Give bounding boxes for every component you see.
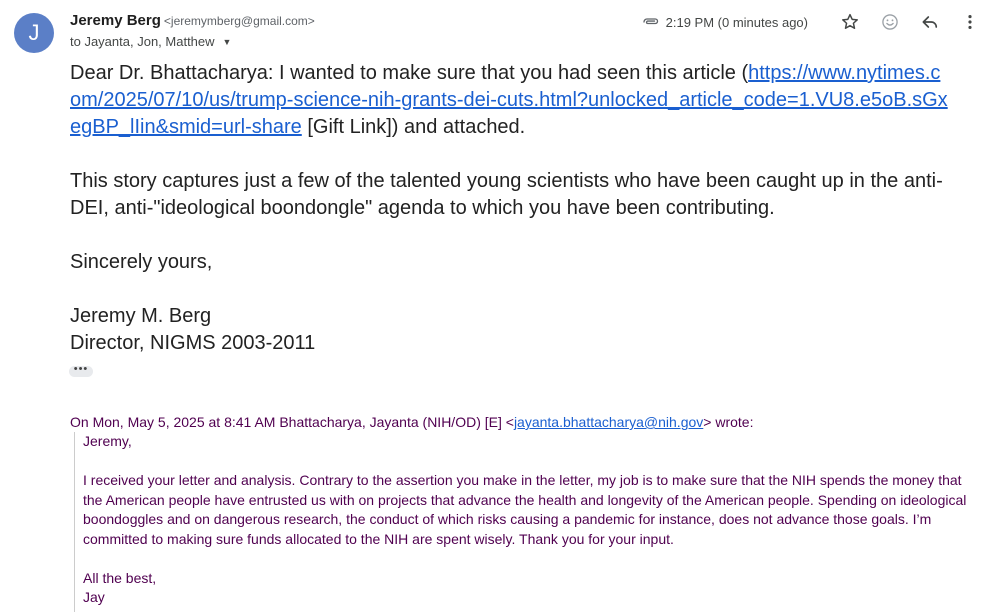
more-options-button[interactable] (958, 10, 982, 34)
sender-line: Jeremy Berg <jeremymberg@gmail.com> (70, 12, 315, 30)
emoji-icon (882, 14, 898, 30)
attachment-icon (642, 18, 658, 25)
signature-name: Jeremy M. Berg (70, 305, 212, 327)
quoted-signer: Jay (83, 589, 105, 605)
ellipsis-icon: ••• (73, 363, 89, 375)
add-reaction-button[interactable] (878, 10, 902, 34)
message-closing: Sincerely yours, (70, 251, 213, 273)
quoted-header-prefix: On Mon, May 5, 2025 at 8:41 AM Bhattacha… (70, 414, 514, 430)
paragraph-1-suffix: [Gift Link]) and attached. (301, 116, 526, 138)
star-button[interactable] (838, 10, 862, 34)
paragraph-1-prefix: Dear Dr. Bhattacharya: I wanted to make … (70, 62, 749, 84)
more-vert-icon (968, 15, 972, 29)
sender-avatar[interactable]: J (14, 13, 54, 53)
quoted-signoff: All the best, (83, 569, 157, 586)
signature-title: Director, NIGMS 2003-2011 (70, 332, 316, 354)
chevron-down-icon[interactable]: ▼ (223, 37, 232, 47)
quoted-email-link[interactable]: jayanta.bhattacharya@nih.gov (514, 414, 703, 430)
recipients-text: to Jayanta, Jon, Matthew (70, 34, 215, 49)
quoted-header: On Mon, May 5, 2025 at 8:41 AM Bhattacha… (70, 412, 753, 432)
reply-button[interactable] (918, 10, 942, 34)
quoted-body: I received your letter and analysis. Con… (83, 472, 967, 547)
sender-email: <jeremymberg@gmail.com> (163, 14, 315, 28)
reply-icon (922, 16, 938, 28)
message-body: Dear Dr. Bhattacharya: I wanted to make … (70, 60, 950, 357)
quoted-greeting: Jeremy, (83, 433, 132, 449)
quoted-header-suffix: > wrote: (703, 414, 754, 430)
message-header-actions: 2:19 PM (0 minutes ago) (641, 10, 982, 34)
message-timestamp: 2:19 PM (0 minutes ago) (665, 14, 808, 30)
show-trimmed-content-button[interactable]: ••• (69, 363, 93, 377)
message-paragraph-1: Dear Dr. Bhattacharya: I wanted to make … (70, 60, 950, 141)
message-paragraph-2: This story captures just a few of the ta… (70, 170, 943, 219)
star-icon (842, 13, 858, 29)
recipients-line[interactable]: to Jayanta, Jon, Matthew ▼ (70, 34, 231, 49)
sender-name[interactable]: Jeremy Berg (70, 12, 161, 29)
quoted-message: Jeremy, I received your letter and analy… (74, 432, 974, 612)
